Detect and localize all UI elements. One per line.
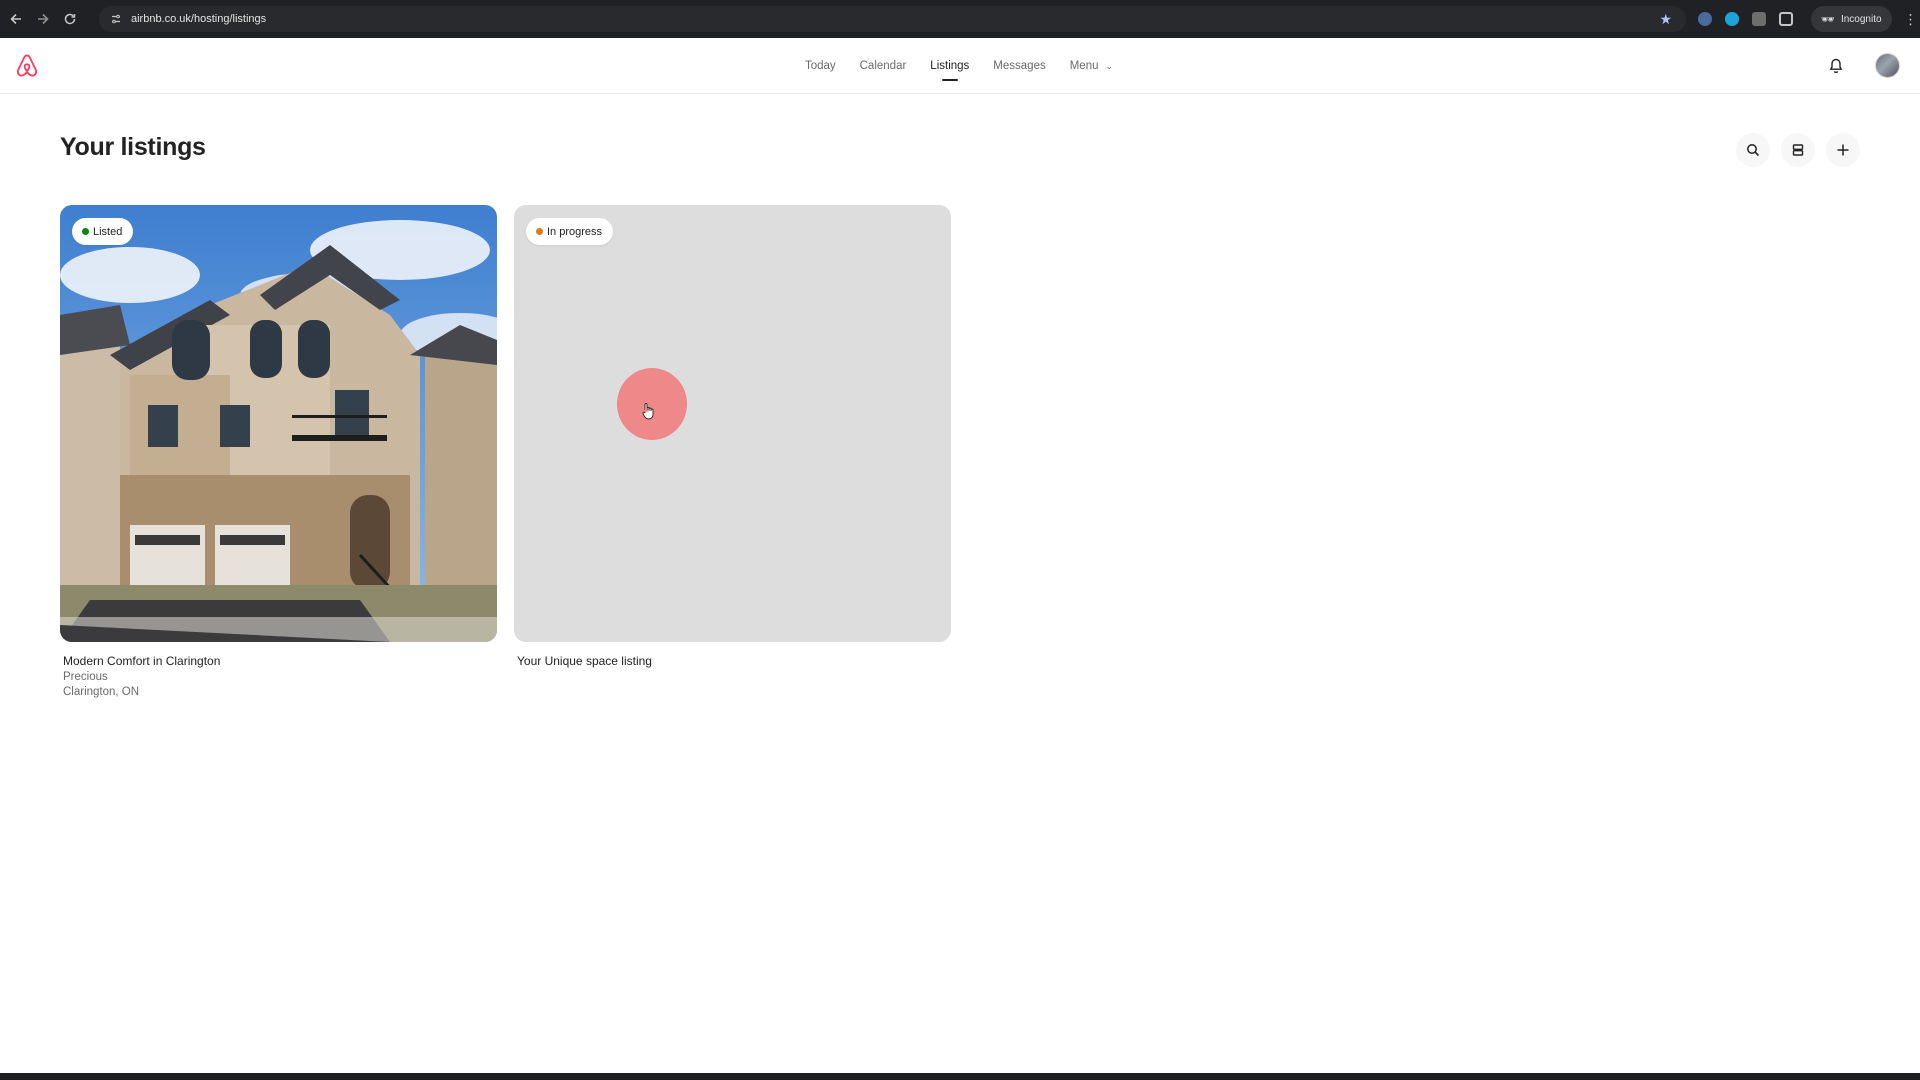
chevron-down-icon: ⌄ (1105, 61, 1114, 71)
site-header: Today Calendar Listings Messages Menu ⌄ (0, 38, 1920, 94)
listing-host: Precious (63, 671, 108, 683)
list-view-icon (1792, 144, 1804, 156)
search-button[interactable] (1736, 133, 1770, 167)
status-label: Listed (93, 225, 123, 238)
hand-cursor-icon (642, 403, 654, 420)
status-dot-icon (82, 228, 89, 235)
browser-menu-icon[interactable]: ⋮ (1904, 11, 1918, 28)
taskbar-strip (0, 1073, 1920, 1080)
plus-icon (1837, 144, 1849, 156)
list-view-button[interactable] (1781, 133, 1815, 167)
house-photo (60, 205, 497, 642)
main-nav: Today Calendar Listings Messages Menu ⌄ (0, 38, 1920, 94)
site-info-icon[interactable] (107, 10, 125, 28)
nav-listings[interactable]: Listings (930, 54, 969, 81)
listing-title: Modern Comfort in Clarington (63, 654, 221, 668)
bookmark-star-icon[interactable]: ★ (1659, 11, 1672, 28)
back-icon[interactable] (2, 0, 29, 38)
listing-card[interactable]: Listed Modern Comfort in Clarington Prec… (60, 205, 497, 698)
reload-icon[interactable] (56, 0, 83, 38)
incognito-label: Incognito (1840, 13, 1882, 25)
status-badge: Listed (72, 218, 134, 245)
browser-toolbar: airbnb.co.uk/hosting/listings ★ 🕶 Incogn… (0, 0, 1920, 38)
forward-icon[interactable] (29, 0, 56, 38)
extension-icon[interactable] (1725, 12, 1739, 26)
listing-photo[interactable]: Listed (60, 205, 497, 642)
status-label: In progress (547, 225, 603, 238)
incognito-badge[interactable]: 🕶 Incognito (1811, 6, 1892, 32)
status-dot-icon (536, 228, 543, 235)
listing-photo-placeholder[interactable]: In progress (514, 205, 951, 642)
nav-menu[interactable]: Menu ⌄ (1070, 54, 1113, 78)
search-icon (1747, 144, 1760, 157)
page-title: Your listings (60, 133, 206, 161)
address-bar[interactable]: airbnb.co.uk/hosting/listings ★ (99, 6, 1686, 32)
add-listing-button[interactable] (1826, 133, 1860, 167)
listing-title: Your Unique space listing (517, 654, 652, 668)
incognito-icon: 🕶 (1821, 13, 1835, 26)
nav-calendar[interactable]: Calendar (860, 54, 907, 78)
url-text: airbnb.co.uk/hosting/listings (131, 13, 267, 25)
nav-messages[interactable]: Messages (993, 54, 1045, 78)
status-badge: In progress (526, 218, 614, 245)
bell-icon[interactable] (1826, 56, 1846, 76)
extension-icon[interactable] (1752, 12, 1766, 26)
avatar[interactable] (1875, 53, 1900, 78)
extension-icon[interactable] (1698, 12, 1712, 26)
listing-location: Clarington, ON (63, 686, 140, 698)
extensions-puzzle-icon[interactable] (1779, 12, 1793, 26)
listing-card[interactable]: In progress Your Unique space listing (514, 205, 951, 668)
nav-today[interactable]: Today (805, 54, 836, 78)
nav-menu-label: Menu (1069, 60, 1099, 72)
